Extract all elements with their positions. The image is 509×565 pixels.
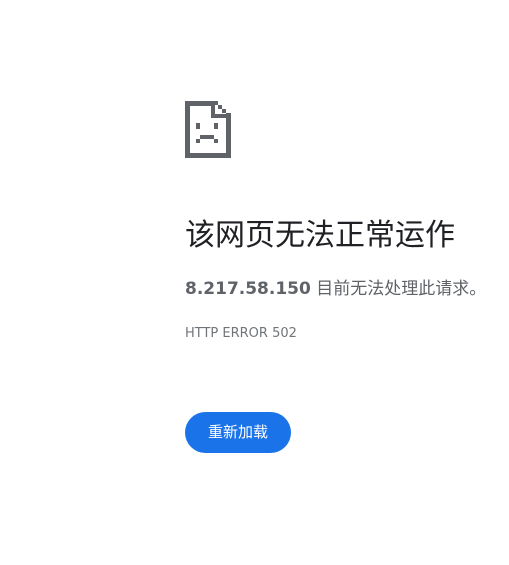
error-title: 该网页无法正常运作	[185, 218, 455, 253]
error-code: HTTP ERROR 502	[185, 326, 297, 341]
error-message: 8.217.58.150 目前无法处理此请求。	[185, 276, 486, 302]
error-message-text: 目前无法处理此请求。	[316, 279, 487, 299]
reload-button[interactable]: 重新加载	[185, 412, 291, 453]
sad-file-icon	[185, 101, 231, 158]
error-host: 8.217.58.150	[185, 279, 311, 299]
